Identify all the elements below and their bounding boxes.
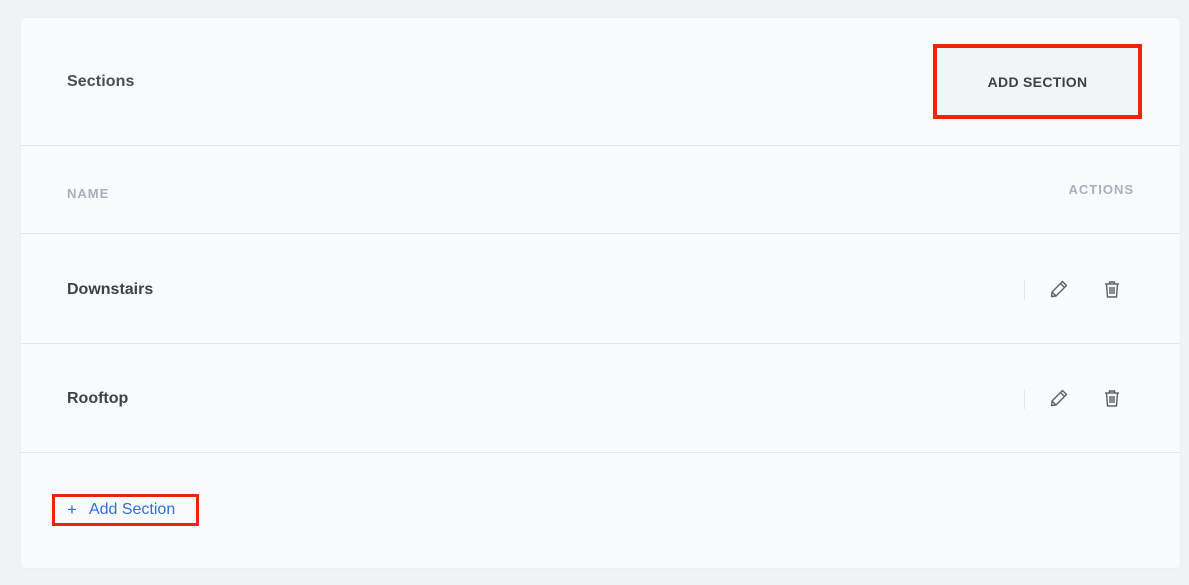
plus-icon: +	[67, 500, 77, 519]
card-header: Sections ADD SECTION	[21, 18, 1180, 146]
add-section-link-label: Add Section	[88, 501, 176, 518]
table-row: Rooftop	[21, 344, 1180, 453]
table-header: NAME ACTIONS	[21, 146, 1180, 234]
divider	[1024, 389, 1025, 409]
add-section-button[interactable]: ADD SECTION	[933, 44, 1142, 119]
column-header-name: NAME	[67, 186, 110, 201]
table-row: Downstairs	[21, 235, 1180, 344]
column-header-actions: ACTIONS	[1068, 182, 1134, 197]
add-section-link[interactable]: + Add Section	[52, 494, 199, 526]
row-name: Downstairs	[67, 281, 154, 298]
pencil-icon[interactable]	[1048, 278, 1070, 300]
trash-icon[interactable]	[1101, 278, 1123, 300]
trash-icon[interactable]	[1101, 387, 1123, 409]
divider	[1024, 280, 1025, 300]
pencil-icon[interactable]	[1048, 387, 1070, 409]
sections-card: Sections ADD SECTION NAME ACTIONS Downst…	[21, 18, 1180, 568]
page-title: Sections	[67, 73, 135, 90]
row-name: Rooftop	[67, 390, 129, 407]
